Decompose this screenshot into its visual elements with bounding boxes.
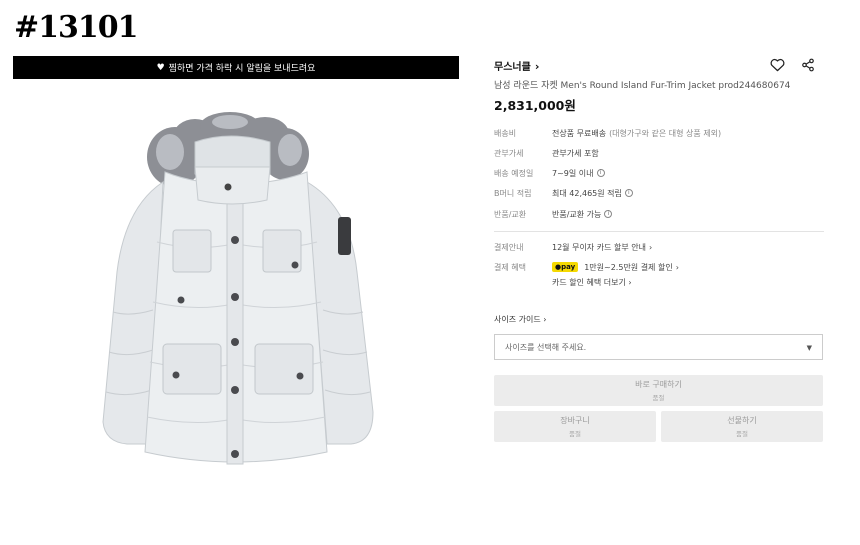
wish-alert-text: 찜하면 가격 하락 시 알림을 보내드려요 — [168, 64, 316, 74]
size-select[interactable]: 사이즈를 선택해 주세요. ▼ — [494, 334, 823, 360]
info-label: 관부가세 — [494, 148, 524, 158]
wish-alert-banner[interactable]: ♥ 찜하면 가격 하락 시 알림을 보내드려요 — [13, 56, 459, 79]
payment-benefit-row[interactable]: 결제 혜택 ●pay 1만원~2.5만원 결제 할인 › — [494, 260, 824, 274]
payment-benefit-label: 결제 혜택 — [494, 262, 526, 272]
chevron-right-icon: › — [648, 242, 653, 252]
product-name: 남성 라운드 자켓 Men's Round Island Fur-Trim Ja… — [494, 81, 791, 91]
chevron-right-icon: › — [675, 262, 679, 272]
card-discount-link[interactable]: 카드 할인 혜택 더보기 › — [552, 277, 632, 288]
info-value: 관부가세 포함 — [552, 148, 599, 158]
info-row-duties: 관부가세 관부가세 포함 — [494, 146, 824, 160]
gift-button[interactable]: 선물하기 품절 — [661, 411, 823, 442]
info-icon[interactable]: i — [596, 169, 605, 177]
info-label: B머니 적립 — [494, 188, 532, 198]
info-row-shipping: 배송비 전상품 무료배송 (대형가구와 같은 대형 상품 제외) — [494, 126, 824, 140]
caret-down-icon: ▼ — [806, 344, 812, 352]
buy-now-label: 바로 구매하기 — [635, 380, 682, 389]
page-id: #13101 — [14, 10, 139, 45]
payment-benefit-link[interactable]: 1만원~2.5만원 결제 할인 — [584, 262, 672, 273]
payment-guide-link[interactable]: 12월 무이자 카드 할부 안내 — [552, 242, 646, 253]
brand-row: 무스너클 › — [494, 56, 824, 74]
cart-status: 품절 — [569, 430, 581, 438]
info-label: 반품/교환 — [494, 209, 527, 219]
product-image — [102, 112, 374, 465]
share-icon[interactable] — [799, 56, 817, 74]
payment-guide-label: 결제안내 — [494, 242, 524, 252]
info-value: 전상품 무료배송 — [552, 128, 607, 138]
product-price: 2,831,000원 — [494, 98, 576, 113]
wishlist-heart-icon[interactable] — [768, 56, 786, 74]
pay-badge-icon: ●pay — [552, 262, 579, 272]
info-icon[interactable]: i — [624, 189, 633, 197]
info-row-points: B머니 적립 최대 42,465원 적립 i — [494, 186, 824, 200]
info-label: 배송비 — [494, 128, 517, 138]
brand-link[interactable]: 무스너클 › — [494, 58, 539, 73]
add-to-cart-button[interactable]: 장바구니 품절 — [494, 411, 656, 442]
divider — [494, 231, 824, 232]
size-guide-link[interactable]: 사이즈 가이드 › — [494, 314, 546, 325]
info-icon[interactable]: i — [604, 210, 613, 218]
info-note: (대형가구와 같은 대형 상품 제외) — [609, 128, 722, 138]
cart-label: 장바구니 — [560, 416, 590, 425]
info-label: 배송 예정일 — [494, 168, 534, 178]
buy-now-status: 품절 — [652, 394, 665, 402]
info-value: 최대 42,465원 적립 — [552, 188, 622, 198]
info-value: 7~9일 이내 — [552, 168, 594, 178]
gift-label: 선물하기 — [727, 416, 757, 425]
size-select-placeholder: 사이즈를 선택해 주세요. — [505, 342, 587, 352]
buy-now-button[interactable]: 바로 구매하기 품절 — [494, 375, 823, 406]
gift-status: 품절 — [736, 430, 748, 438]
heart-icon: ♥ — [156, 62, 165, 73]
payment-guide-row[interactable]: 결제안내 12월 무이자 카드 할부 안내 › — [494, 240, 824, 254]
info-row-returns: 반품/교환 반품/교환 가능 i — [494, 207, 824, 221]
info-value: 반품/교환 가능 — [552, 209, 602, 219]
info-row-delivery-date: 배송 예정일 7~9일 이내 i — [494, 166, 824, 180]
